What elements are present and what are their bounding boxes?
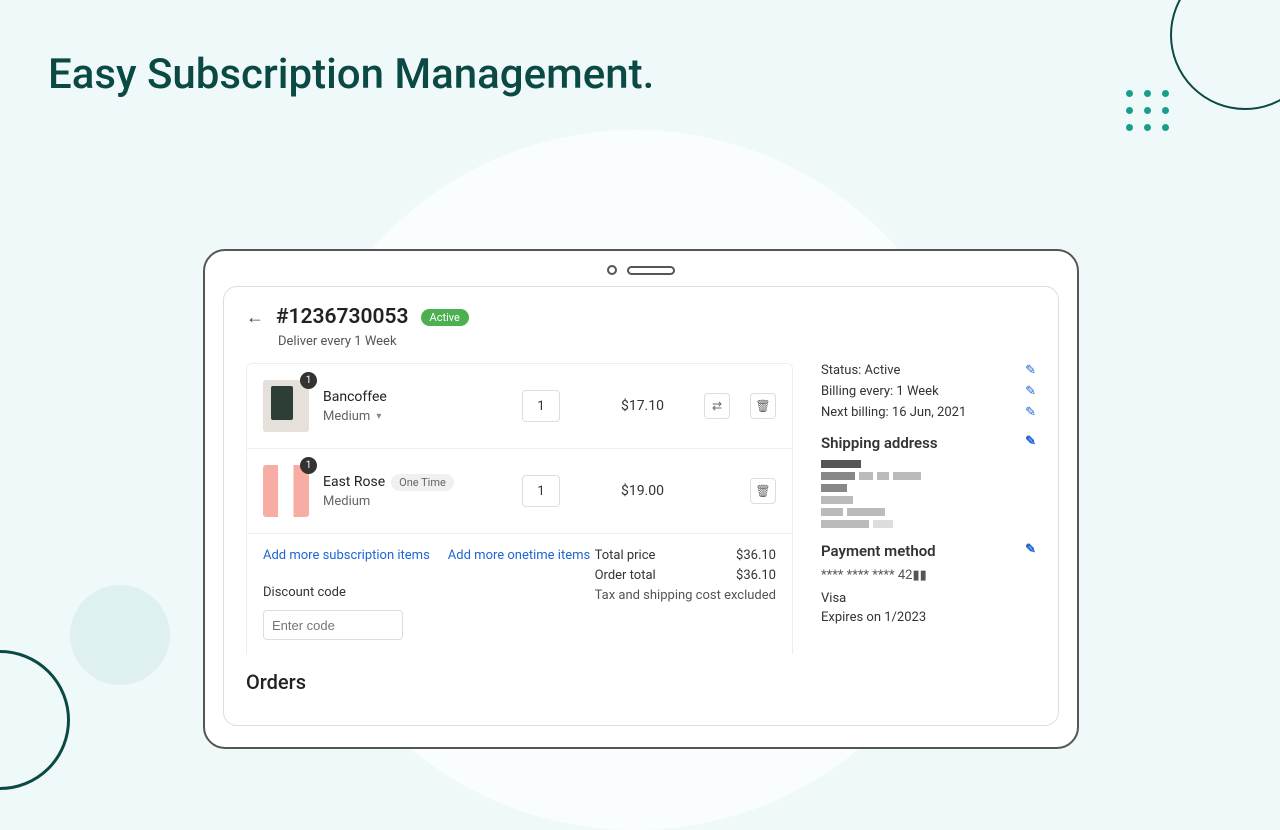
card-expiry: Expires on 1/2023 (821, 610, 1036, 625)
edit-status-button[interactable]: ✎ (1025, 363, 1036, 378)
line-item: 1 East RoseOne Time Medium 1 $19.00 🗑 (247, 449, 792, 534)
order-total-label: Order total (595, 568, 656, 583)
decorative-dot-grid (1126, 90, 1170, 131)
item-name: Bancoffee (323, 389, 508, 405)
variant-selector[interactable]: Medium▾ (323, 409, 508, 424)
discount-code-input[interactable] (263, 610, 403, 640)
next-billing-text: Next billing: 16 Jun, 2021 (821, 405, 966, 420)
edit-next-billing-button[interactable]: ✎ (1025, 405, 1036, 420)
status-text: Status: Active (821, 363, 900, 378)
total-price-value: $36.10 (736, 548, 776, 563)
device-frame: ← #1236730053 Active Deliver every 1 Wee… (203, 249, 1079, 749)
quantity-input[interactable]: 1 (522, 390, 560, 422)
delete-button[interactable]: 🗑 (750, 478, 776, 504)
decorative-arc-top-right (1170, 0, 1280, 110)
quantity-input[interactable]: 1 (522, 475, 560, 507)
decorative-arc-bottom-left (0, 650, 70, 790)
camera-icon (607, 265, 617, 275)
item-name: East RoseOne Time (323, 474, 508, 490)
add-subscription-items-link[interactable]: Add more subscription items (263, 548, 430, 563)
decorative-circle-bottom-left-fill (70, 585, 170, 685)
items-panel: 1 Bancoffee Medium▾ 1 $17.10 ⇄ 🗑 1 E (246, 363, 793, 654)
thumbnail-qty-badge: 1 (300, 457, 317, 474)
trash-icon: 🗑 (755, 399, 770, 413)
item-price: $17.10 (604, 398, 664, 414)
edit-billing-button[interactable]: ✎ (1025, 384, 1036, 399)
swap-icon: ⇄ (712, 399, 722, 413)
tax-shipping-note: Tax and shipping cost excluded (595, 588, 776, 603)
discount-label: Discount code (263, 585, 590, 600)
edit-payment-button[interactable]: ✎ (1025, 542, 1036, 560)
page-headline: Easy Subscription Management. (48, 50, 654, 99)
delete-button[interactable]: 🗑 (750, 393, 776, 419)
subscription-id: #1236730053 (276, 305, 409, 329)
thumbnail-qty-badge: 1 (300, 372, 317, 389)
one-time-badge: One Time (391, 474, 454, 491)
product-thumbnail: 1 (263, 380, 309, 432)
app-screen: ← #1236730053 Active Deliver every 1 Wee… (223, 286, 1059, 726)
subscription-header: ← #1236730053 Active (246, 305, 1036, 329)
sidebar-panel: Status: Active ✎ Billing every: 1 Week ✎ N… (821, 363, 1036, 694)
back-arrow-icon[interactable]: ← (246, 307, 264, 328)
delivery-frequency: Deliver every 1 Week (278, 334, 1036, 349)
edit-shipping-button[interactable]: ✎ (1025, 434, 1036, 452)
card-number-masked: **** **** **** 42▮▮ (821, 568, 1036, 583)
order-total-value: $36.10 (736, 568, 776, 583)
shipping-address-heading: Shipping address (821, 434, 938, 452)
trash-icon: 🗑 (755, 484, 770, 498)
device-notch (205, 251, 1077, 286)
payment-method-heading: Payment method (821, 542, 936, 560)
status-badge: Active (421, 309, 469, 326)
product-thumbnail: 1 (263, 465, 309, 517)
item-variant: Medium (323, 494, 508, 509)
totals-section: Add more subscription items Add more one… (247, 534, 792, 654)
shipping-address-redacted (821, 460, 1036, 528)
speaker-icon (627, 266, 675, 275)
total-price-label: Total price (595, 548, 656, 563)
chevron-down-icon: ▾ (376, 411, 381, 422)
swap-button[interactable]: ⇄ (704, 393, 730, 419)
orders-heading: Orders (246, 670, 793, 694)
billing-frequency-text: Billing every: 1 Week (821, 384, 939, 399)
add-onetime-items-link[interactable]: Add more onetime items (448, 548, 590, 563)
card-brand: Visa (821, 591, 1036, 606)
item-price: $19.00 (604, 483, 664, 499)
line-item: 1 Bancoffee Medium▾ 1 $17.10 ⇄ 🗑 (247, 364, 792, 449)
